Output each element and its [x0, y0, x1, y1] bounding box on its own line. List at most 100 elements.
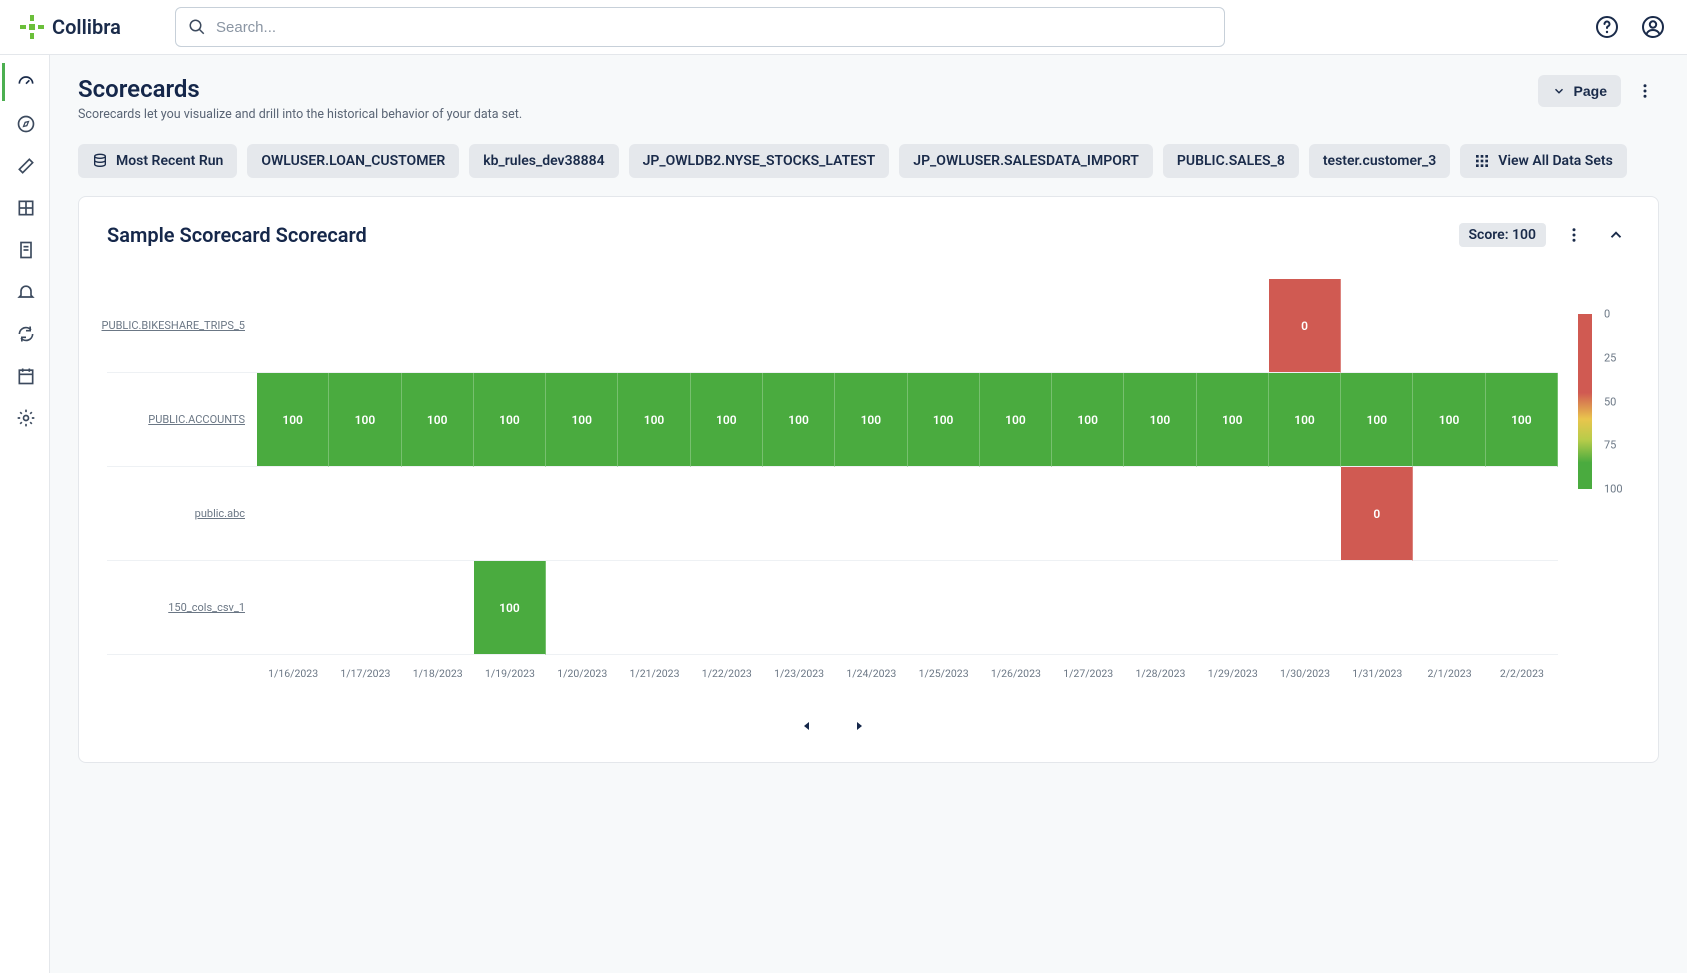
heatmap-cell[interactable]: [908, 467, 980, 561]
heatmap-cell[interactable]: 100: [618, 373, 690, 467]
heatmap-cell[interactable]: [1124, 467, 1196, 561]
heatmap-cell[interactable]: [402, 467, 474, 561]
heatmap-cell[interactable]: [1486, 279, 1558, 373]
heatmap-cell[interactable]: [1269, 467, 1341, 561]
page-more-button[interactable]: [1631, 77, 1659, 105]
heatmap-cell[interactable]: [691, 279, 763, 373]
sidebar-item-rules[interactable]: [2, 147, 48, 185]
heatmap-cell[interactable]: [618, 279, 690, 373]
heatmap-cell[interactable]: [329, 467, 401, 561]
heatmap-cell[interactable]: [402, 279, 474, 373]
heatmap-cell[interactable]: [1052, 279, 1124, 373]
heatmap-cell[interactable]: [980, 279, 1052, 373]
heatmap-cell[interactable]: 100: [1341, 373, 1413, 467]
heatmap-cell[interactable]: 100: [402, 373, 474, 467]
heatmap-cell[interactable]: [1341, 279, 1413, 373]
heatmap-cell[interactable]: 100: [1197, 373, 1269, 467]
heatmap-cell[interactable]: [908, 561, 980, 655]
card-more-button[interactable]: [1560, 221, 1588, 249]
sidebar-item-sync[interactable]: [2, 315, 48, 353]
heatmap-cell[interactable]: [546, 561, 618, 655]
pager-prev[interactable]: [801, 720, 813, 732]
account-button[interactable]: [1639, 13, 1667, 41]
sidebar-item-alerts[interactable]: [2, 273, 48, 311]
heatmap-cell[interactable]: [1124, 279, 1196, 373]
heatmap-cell[interactable]: 100: [1413, 373, 1485, 467]
heatmap-row-label[interactable]: PUBLIC.ACCOUNTS: [107, 373, 257, 467]
chip-dataset[interactable]: JP_OWLUSER.SALESDATA_IMPORT: [899, 144, 1153, 178]
heatmap-cell[interactable]: [763, 561, 835, 655]
heatmap-cell[interactable]: [691, 467, 763, 561]
heatmap-cell[interactable]: 100: [474, 373, 546, 467]
heatmap-cell[interactable]: [329, 279, 401, 373]
heatmap-cell[interactable]: [763, 279, 835, 373]
heatmap-cell[interactable]: [980, 561, 1052, 655]
heatmap-cell[interactable]: [1197, 279, 1269, 373]
heatmap-cell[interactable]: [1197, 467, 1269, 561]
chip-most-recent-run[interactable]: Most Recent Run: [78, 144, 237, 178]
heatmap-cell[interactable]: 100: [835, 373, 907, 467]
heatmap-cell[interactable]: 100: [691, 373, 763, 467]
heatmap-cell[interactable]: 100: [1124, 373, 1196, 467]
heatmap-cell[interactable]: [835, 279, 907, 373]
heatmap-cell[interactable]: [618, 561, 690, 655]
heatmap-cell[interactable]: [546, 279, 618, 373]
heatmap-cell[interactable]: [1052, 561, 1124, 655]
chip-dataset[interactable]: PUBLIC.SALES_8: [1163, 144, 1299, 178]
heatmap-cell[interactable]: [329, 561, 401, 655]
card-collapse-button[interactable]: [1602, 221, 1630, 249]
heatmap-cell[interactable]: 100: [980, 373, 1052, 467]
chip-dataset[interactable]: tester.customer_3: [1309, 144, 1450, 178]
heatmap-cell[interactable]: [618, 467, 690, 561]
page-dropdown-button[interactable]: Page: [1538, 75, 1621, 107]
heatmap-cell[interactable]: [1052, 467, 1124, 561]
sidebar-item-explore[interactable]: [2, 105, 48, 143]
heatmap-cell[interactable]: [691, 561, 763, 655]
heatmap-cell[interactable]: 100: [546, 373, 618, 467]
heatmap-cell[interactable]: [474, 279, 546, 373]
heatmap-cell[interactable]: [1413, 467, 1485, 561]
heatmap-cell[interactable]: [835, 561, 907, 655]
heatmap-cell[interactable]: [908, 279, 980, 373]
sidebar-item-schedule[interactable]: [2, 357, 48, 395]
chip-view-all-datasets[interactable]: View All Data Sets: [1460, 144, 1627, 178]
heatmap-cell[interactable]: 100: [763, 373, 835, 467]
heatmap-cell[interactable]: [1486, 561, 1558, 655]
heatmap-cell[interactable]: [257, 467, 329, 561]
chip-dataset[interactable]: kb_rules_dev38884: [469, 144, 618, 178]
sidebar-item-report[interactable]: [2, 231, 48, 269]
heatmap-cell[interactable]: 100: [1269, 373, 1341, 467]
heatmap-row-label[interactable]: 150_cols_csv_1: [107, 561, 257, 655]
pager-next[interactable]: [853, 720, 865, 732]
heatmap-cell[interactable]: [546, 467, 618, 561]
heatmap-row-label[interactable]: public.abc: [107, 467, 257, 561]
sidebar-item-settings[interactable]: [2, 399, 48, 437]
heatmap-cell[interactable]: 100: [1052, 373, 1124, 467]
heatmap-row-label[interactable]: PUBLIC.BIKESHARE_TRIPS_5: [107, 279, 257, 373]
chip-dataset[interactable]: OWLUSER.LOAN_CUSTOMER: [247, 144, 459, 178]
heatmap-cell[interactable]: [257, 279, 329, 373]
heatmap-cell[interactable]: [1413, 279, 1485, 373]
heatmap-cell[interactable]: [474, 467, 546, 561]
heatmap-cell[interactable]: [402, 561, 474, 655]
heatmap-cell[interactable]: 100: [1486, 373, 1558, 467]
help-button[interactable]: [1593, 13, 1621, 41]
heatmap-cell[interactable]: [1269, 561, 1341, 655]
heatmap-cell[interactable]: 0: [1341, 467, 1413, 561]
heatmap-cell[interactable]: 100: [474, 561, 546, 655]
heatmap-cell[interactable]: [257, 561, 329, 655]
chip-dataset[interactable]: JP_OWLDB2.NYSE_STOCKS_LATEST: [629, 144, 890, 178]
global-search[interactable]: [175, 7, 1225, 47]
heatmap-cell[interactable]: [980, 467, 1052, 561]
heatmap-cell[interactable]: [1413, 561, 1485, 655]
heatmap-cell[interactable]: 100: [329, 373, 401, 467]
brand-logo[interactable]: Collibra: [20, 15, 175, 39]
heatmap-cell[interactable]: 100: [257, 373, 329, 467]
heatmap-cell[interactable]: [1486, 467, 1558, 561]
heatmap-cell[interactable]: [1197, 561, 1269, 655]
heatmap-cell[interactable]: [1124, 561, 1196, 655]
sidebar-item-dashboard[interactable]: [2, 63, 48, 101]
sidebar-item-grid[interactable]: [2, 189, 48, 227]
search-input[interactable]: [216, 19, 1212, 36]
heatmap-cell[interactable]: [763, 467, 835, 561]
